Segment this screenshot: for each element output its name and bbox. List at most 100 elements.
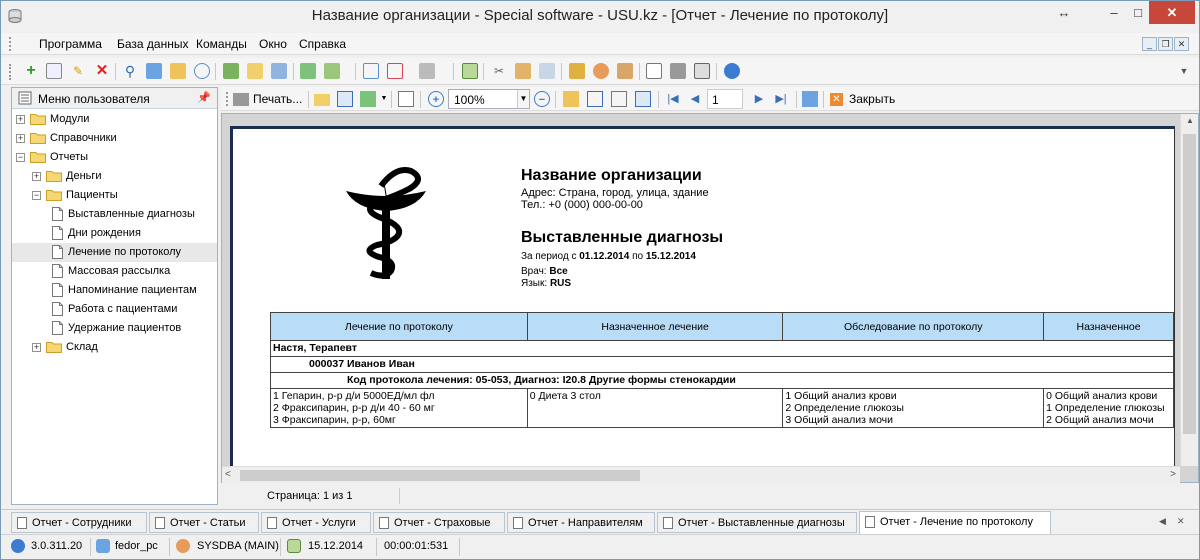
printer-icon[interactable] bbox=[233, 93, 249, 106]
menu-help[interactable]: Справка bbox=[299, 37, 346, 51]
tree-item[interactable]: Дни рождения bbox=[12, 224, 217, 243]
table-icon[interactable] bbox=[646, 63, 662, 79]
vertical-scrollbar[interactable]: ▲ bbox=[1180, 114, 1198, 466]
tab-scroll-left-icon[interactable]: ◀ bbox=[1159, 516, 1166, 527]
tree-item[interactable]: + Деньги bbox=[12, 167, 217, 186]
hand-icon[interactable] bbox=[617, 63, 633, 79]
menu-programma[interactable]: Программа bbox=[39, 37, 102, 51]
tree-item[interactable]: − Пациенты bbox=[12, 186, 217, 205]
page-number-input[interactable]: 1 bbox=[707, 89, 743, 109]
last-page-icon[interactable]: ▶| bbox=[773, 91, 789, 107]
copy-icon[interactable] bbox=[46, 63, 62, 79]
save-icon[interactable] bbox=[337, 91, 353, 107]
tree-item[interactable]: Массовая рассылка bbox=[12, 262, 217, 281]
menu-window[interactable]: Окно bbox=[259, 37, 287, 51]
tree-item[interactable]: + Справочники bbox=[12, 129, 217, 148]
next-page-icon[interactable]: ▶ bbox=[751, 91, 767, 107]
tree-item[interactable]: − Отчеты bbox=[12, 148, 217, 167]
tab-protocol-treatment[interactable]: Отчет - Лечение по протоколу bbox=[859, 511, 1051, 534]
print-button[interactable]: Печать... bbox=[253, 92, 302, 106]
tree-item[interactable]: Напоминание пациентам bbox=[12, 281, 217, 300]
edit-pencil-icon[interactable]: ✎ bbox=[70, 63, 86, 79]
menu-database[interactable]: База данных bbox=[117, 37, 188, 51]
binoculars-icon[interactable] bbox=[223, 63, 239, 79]
tree-item[interactable]: Лечение по протоколу bbox=[12, 243, 217, 262]
close-window-button[interactable]: ✕ bbox=[1149, 1, 1195, 24]
tab-articles[interactable]: Отчет - Статьи bbox=[149, 512, 259, 533]
expand-icon[interactable]: + bbox=[16, 134, 25, 143]
mdi-close-icon[interactable]: ✕ bbox=[1174, 37, 1189, 51]
group-icon[interactable] bbox=[271, 63, 287, 79]
zoom-out-icon[interactable]: − bbox=[534, 91, 550, 107]
close-report-icon[interactable]: ✕ bbox=[830, 93, 843, 106]
tab-diagnoses[interactable]: Отчет - Выставленные диагнозы bbox=[657, 512, 857, 533]
tab-close-icon[interactable]: ✕ bbox=[1177, 516, 1185, 527]
tree-item[interactable]: + Модули bbox=[12, 110, 217, 129]
scroll-right-icon[interactable]: > bbox=[1170, 469, 1176, 480]
info-icon[interactable] bbox=[724, 63, 740, 79]
add-icon[interactable]: + bbox=[23, 63, 39, 79]
notes-icon[interactable] bbox=[539, 63, 555, 79]
preview-icon[interactable] bbox=[398, 91, 414, 107]
scroll-thumb[interactable] bbox=[240, 470, 640, 481]
calendar-icon[interactable] bbox=[462, 63, 478, 79]
filter-icon[interactable] bbox=[170, 63, 186, 79]
collapse-icon[interactable]: − bbox=[16, 153, 25, 162]
media-icon[interactable] bbox=[694, 63, 710, 79]
expand-icon[interactable]: + bbox=[16, 115, 25, 124]
edit-page-icon[interactable] bbox=[635, 91, 651, 107]
import-icon[interactable] bbox=[324, 63, 340, 79]
scroll-left-icon[interactable]: < bbox=[225, 469, 231, 480]
resize-icon[interactable]: ↔ bbox=[1048, 1, 1080, 24]
refresh-report-icon[interactable] bbox=[802, 91, 818, 107]
horizontal-scrollbar[interactable]: < > bbox=[222, 466, 1180, 483]
export-icon[interactable] bbox=[360, 91, 376, 107]
tab-employees[interactable]: Отчет - Сотрудники bbox=[11, 512, 147, 533]
expand-icon[interactable]: + bbox=[32, 343, 41, 352]
scroll-up-icon[interactable]: ▲ bbox=[1181, 116, 1199, 125]
expand-icon[interactable]: + bbox=[32, 172, 41, 181]
toolbar-grip[interactable] bbox=[9, 64, 12, 80]
lock-icon[interactable] bbox=[569, 63, 585, 79]
close-window-icon[interactable] bbox=[387, 63, 403, 79]
two-pages-icon[interactable] bbox=[587, 91, 603, 107]
prev-page-icon[interactable]: ◀ bbox=[687, 91, 703, 107]
page-setup-icon[interactable] bbox=[563, 91, 579, 107]
menu-grip[interactable] bbox=[9, 37, 12, 51]
zoom-select[interactable]: 100% ▼ bbox=[448, 89, 530, 109]
tab-services[interactable]: Отчет - Услуги bbox=[261, 512, 371, 533]
export-dropdown-icon[interactable]: ▼ bbox=[376, 91, 392, 107]
search-icon[interactable]: ⚲ bbox=[122, 63, 138, 79]
tab-insurance[interactable]: Отчет - Страховые bbox=[373, 512, 505, 533]
print-icon[interactable] bbox=[670, 63, 686, 79]
collapse-icon[interactable]: − bbox=[32, 191, 41, 200]
open-folder-icon[interactable] bbox=[314, 94, 330, 106]
layout-icon[interactable] bbox=[419, 63, 435, 79]
tree-item[interactable]: Выставленные диагнозы bbox=[12, 205, 217, 224]
scroll-thumb[interactable] bbox=[1183, 134, 1196, 434]
zoom-in-icon[interactable]: + bbox=[428, 91, 444, 107]
sort-icon[interactable] bbox=[247, 63, 263, 79]
tab-referrers[interactable]: Отчет - Направителям bbox=[507, 512, 655, 533]
page-flag-icon[interactable] bbox=[611, 91, 627, 107]
menu-commands[interactable]: Команды bbox=[196, 37, 247, 51]
pin-icon[interactable]: 📌 bbox=[197, 91, 211, 104]
tools-icon[interactable]: ✂ bbox=[491, 63, 507, 79]
close-report-button[interactable]: Закрыть bbox=[849, 92, 895, 106]
first-page-icon[interactable]: |◀ bbox=[665, 91, 681, 107]
export-excel-icon[interactable] bbox=[300, 63, 316, 79]
chevron-down-icon[interactable]: ▼ bbox=[517, 90, 529, 108]
toolbar-overflow-icon[interactable]: ▼ bbox=[1176, 63, 1192, 79]
refresh-icon[interactable] bbox=[146, 63, 162, 79]
tree-item[interactable]: Удержание пациентов bbox=[12, 319, 217, 338]
report-toolbar-grip[interactable] bbox=[226, 92, 229, 106]
mdi-restore-icon[interactable]: ❐ bbox=[1158, 37, 1173, 51]
tree-item[interactable]: + Склад bbox=[12, 338, 217, 357]
new-window-icon[interactable] bbox=[363, 63, 379, 79]
tree-item[interactable]: Работа с пациентами bbox=[12, 300, 217, 319]
users-icon[interactable] bbox=[593, 63, 609, 79]
puzzle-icon[interactable] bbox=[515, 63, 531, 79]
comment-icon[interactable] bbox=[194, 63, 210, 79]
mdi-minimize-icon[interactable]: _ bbox=[1142, 37, 1157, 51]
delete-icon[interactable]: ✕ bbox=[94, 63, 110, 79]
